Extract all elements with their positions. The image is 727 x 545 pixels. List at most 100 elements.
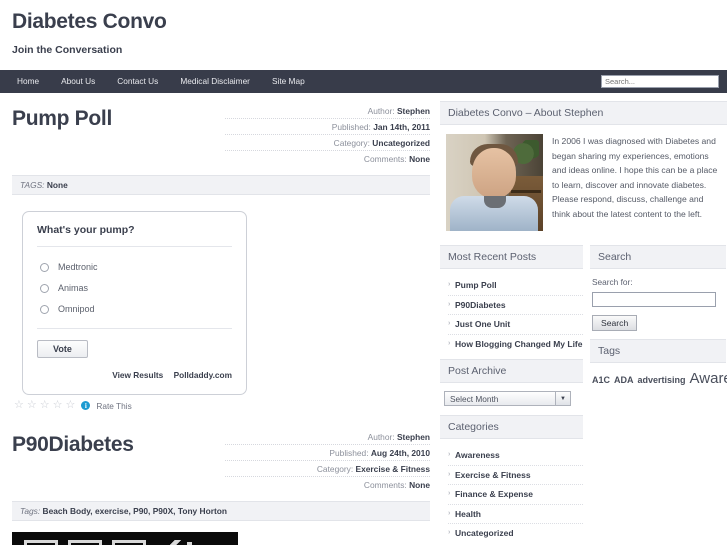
nav-item-contact-us[interactable]: Contact Us — [106, 70, 169, 93]
list-item[interactable]: Pump Poll — [448, 276, 583, 296]
search-button[interactable]: Search — [592, 315, 638, 332]
vote-button[interactable]: Vote — [37, 340, 88, 359]
meta-comments: Comments: None — [225, 151, 430, 166]
recent-posts-list: Pump Poll P90Diabetes Just One Unit How … — [440, 269, 583, 359]
list-item[interactable]: Health — [448, 505, 583, 525]
polldaddy-link[interactable]: Polldaddy.com — [174, 370, 232, 380]
tagbar-label: TAGS: — [20, 180, 45, 191]
post-tagbar: Tags: Beach Body, exercise, P90, P90X, T… — [12, 501, 430, 522]
poll-option-animas[interactable]: Animas — [37, 278, 232, 299]
post-title[interactable]: Pump Poll — [12, 107, 112, 131]
poll-option-label: Animas — [58, 283, 89, 294]
star-icon[interactable]: ☆ — [40, 400, 50, 411]
poll-option-omnipod[interactable]: Omnipod — [37, 299, 232, 320]
poll-option-medtronic[interactable]: Medtronic — [37, 257, 232, 278]
star-icon[interactable]: ☆ — [53, 400, 63, 411]
poll-option-label: Omnipod — [58, 304, 95, 315]
nav-item-home[interactable]: Home — [6, 70, 50, 93]
tagbar-label: Tags: — [20, 506, 41, 517]
post-meta: Author: Stephen Published: Aug 24th, 201… — [225, 429, 430, 492]
post-header: P90Diabetes Author: Stephen Published: A… — [12, 429, 430, 492]
post-archive-select[interactable]: Select Month ▼ — [444, 391, 571, 407]
list-item[interactable]: Exercise & Fitness — [448, 466, 583, 486]
meta-author-label: Author: — [367, 431, 395, 442]
list-item[interactable]: Just One Unit — [448, 315, 583, 335]
post-meta: Author: Stephen Published: Jan 14th, 201… — [225, 103, 430, 166]
meta-category: Category: Uncategorized — [225, 135, 430, 152]
nav-item-site-map[interactable]: Site Map — [261, 70, 316, 93]
nav-item-medical-disclaimer[interactable]: Medical Disclaimer — [169, 70, 261, 93]
sidebar-columns: Most Recent Posts Pump Poll P90Diabetes … — [440, 245, 727, 545]
poll-widget: What's your pump? Medtronic Animas Omnip… — [22, 211, 247, 396]
radio-icon[interactable] — [40, 304, 49, 314]
search-widget-heading: Search — [590, 245, 726, 270]
meta-category-label: Category: — [316, 463, 354, 474]
meta-author-label: Author: — [367, 105, 395, 116]
meta-author: Author: Stephen — [225, 103, 430, 120]
meta-category: Category: Exercise & Fitness — [225, 461, 430, 478]
meta-category-value[interactable]: Exercise & Fitness — [356, 464, 430, 474]
main-content: Pump Poll Author: Stephen Published: Jan… — [0, 93, 440, 545]
tag-link[interactable]: advertising — [638, 375, 686, 385]
info-icon[interactable]: i — [81, 401, 91, 411]
tag-cloud: A1CADAadvertisingAwarenessBeerblood samp… — [590, 363, 727, 389]
meta-category-label: Category: — [333, 137, 370, 148]
page-root: Diabetes Convo Join the Conversation Hom… — [0, 0, 727, 545]
meta-published: Published: Jan 14th, 2011 — [225, 119, 430, 136]
tag-link[interactable]: A1C — [592, 375, 610, 385]
chevron-down-icon[interactable]: ▼ — [555, 392, 570, 406]
tag-link[interactable]: Awareness — [690, 370, 727, 387]
about-widget-heading: Diabetes Convo – About Stephen — [440, 101, 727, 126]
tagbar-value: None — [46, 180, 68, 191]
post-archive-select-wrap: Select Month ▼ — [444, 391, 583, 407]
sidebar: Diabetes Convo – About Stephen In 2006 I… — [440, 93, 727, 545]
meta-published-label: Published: — [329, 447, 369, 458]
meta-author-value: Stephen — [396, 105, 430, 116]
rating-bar: ☆ ☆ ☆ ☆ ☆ i Rate This — [14, 400, 430, 411]
star-icon[interactable]: ☆ — [66, 400, 76, 411]
star-icon[interactable]: ☆ — [27, 400, 37, 411]
list-item[interactable]: How Blogging Changed My Life — [448, 335, 583, 354]
sidebar-column-left: Most Recent Posts Pump Poll P90Diabetes … — [440, 245, 583, 545]
rate-this-label[interactable]: Rate This — [96, 401, 131, 411]
star-icon[interactable]: ☆ — [14, 400, 24, 411]
tag-link[interactable]: ADA — [614, 375, 634, 385]
avatar-face — [472, 148, 516, 199]
meta-category-value[interactable]: Uncategorized — [372, 138, 430, 148]
logo-shape — [68, 540, 102, 545]
list-item[interactable]: P90Diabetes — [448, 296, 583, 316]
site-header: Diabetes Convo Join the Conversation — [0, 0, 727, 63]
search-field-label: Search for: — [592, 277, 633, 288]
list-item[interactable]: Uncategorized — [448, 524, 583, 543]
header-search-input[interactable] — [601, 75, 719, 89]
view-results-link[interactable]: View Results — [112, 370, 163, 380]
meta-comments-value: None — [409, 153, 430, 164]
poll-question: What's your pump? — [37, 224, 232, 248]
meta-published-label: Published: — [331, 121, 371, 132]
categories-list: Awareness Exercise & Fitness Finance & E… — [440, 439, 583, 545]
post-p90diabetes: P90Diabetes Author: Stephen Published: A… — [12, 411, 430, 545]
sidebar-column-right: Search Search for: Search Tags A1C ADA adv… — [583, 245, 727, 545]
logo-shape — [112, 540, 146, 545]
poll-options: Medtronic Animas Omnipod — [37, 247, 232, 330]
post-featured-image — [12, 532, 238, 545]
post-header: Pump Poll Author: Stephen Published: Jan… — [12, 103, 430, 166]
about-text: In 2006 I was diagnosed with Diabetes an… — [552, 136, 718, 220]
post-tagbar: TAGS: None — [12, 175, 430, 196]
poll-footer-links: View Results Polldaddy.com — [37, 370, 232, 380]
meta-comments-label: Comments: — [363, 479, 407, 490]
nav-item-about-us[interactable]: About Us — [50, 70, 106, 93]
main-navigation: Home About Us Contact Us Medical Disclai… — [0, 70, 727, 94]
list-item[interactable]: Finance & Expense — [448, 485, 583, 505]
categories-heading: Categories — [440, 415, 583, 440]
search-input[interactable] — [592, 292, 716, 308]
radio-icon[interactable] — [40, 283, 49, 293]
radio-icon[interactable] — [40, 262, 49, 272]
poll-option-label: Medtronic — [58, 262, 98, 273]
site-title: Diabetes Convo — [12, 10, 167, 33]
meta-author-value: Stephen — [396, 431, 430, 442]
post-title[interactable]: P90Diabetes — [12, 433, 134, 457]
meta-comments-value: None — [409, 479, 430, 490]
meta-author: Author: Stephen — [225, 429, 430, 446]
list-item[interactable]: Awareness — [448, 446, 583, 466]
